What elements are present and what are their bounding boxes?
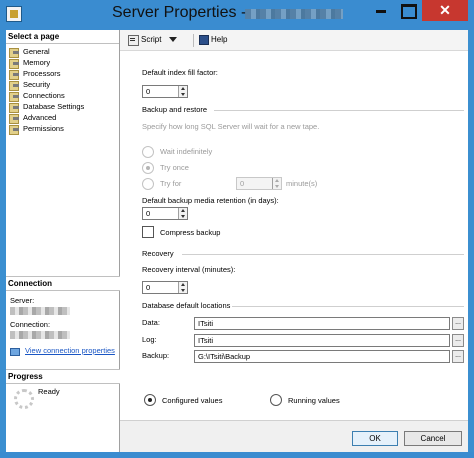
try-for-label: Try for: [160, 179, 182, 188]
recovery-title: Recovery: [142, 249, 174, 258]
select-page-header: Select a page: [6, 30, 119, 44]
page-wrench-icon: [9, 91, 20, 102]
window-frame-bottom: [0, 452, 474, 458]
configured-values-radio[interactable]: [144, 394, 156, 406]
help-button[interactable]: Help: [199, 35, 227, 45]
data-label: Data:: [142, 318, 160, 327]
stepper-arrows-icon[interactable]: [178, 208, 187, 219]
stepper-arrows-icon[interactable]: [178, 282, 187, 293]
page-item-processors[interactable]: Processors: [6, 68, 119, 80]
maximize-button[interactable]: [394, 0, 420, 21]
wait-indefinitely-radio[interactable]: [142, 146, 154, 158]
compress-backup-checkbox[interactable]: [142, 226, 154, 238]
app-icon: [6, 6, 22, 22]
connection-value-redacted: [10, 331, 70, 339]
page-item-memory[interactable]: Memory: [6, 57, 119, 69]
backup-browse-button[interactable]: ...: [452, 350, 464, 363]
group-divider: [182, 254, 464, 255]
backup-location-input[interactable]: G:\ITsiti\Backup: [194, 350, 450, 363]
page-wrench-icon: [9, 69, 20, 80]
view-connection-properties-link[interactable]: View connection properties: [6, 346, 120, 356]
progress-status: Ready: [38, 387, 60, 396]
server-label: Server:: [10, 296, 35, 305]
server-value-redacted: [10, 307, 70, 315]
data-browse-button[interactable]: ...: [452, 317, 464, 330]
retention-stepper[interactable]: 0: [142, 207, 188, 220]
page-list: General Memory Processors Security Conne…: [6, 44, 119, 135]
page-wrench-icon: [9, 113, 20, 124]
try-once-radio[interactable]: [142, 162, 154, 174]
minimize-button[interactable]: [368, 0, 394, 21]
configured-values-label: Configured values: [162, 396, 223, 405]
page-item-security[interactable]: Security: [6, 79, 119, 91]
progress-header: Progress: [6, 369, 120, 384]
recovery-interval-stepper[interactable]: 0: [142, 281, 188, 294]
close-button[interactable]: ✕: [422, 0, 468, 21]
backup-description: Specify how long SQL Server will wait fo…: [142, 122, 320, 131]
backup-label: Backup:: [142, 351, 170, 360]
wait-indefinitely-label: Wait indefinitely: [160, 147, 213, 156]
server-name-redacted: [245, 9, 343, 19]
progress-section: Progress Ready: [6, 369, 120, 409]
group-divider: [232, 306, 464, 307]
cancel-button[interactable]: Cancel: [404, 431, 462, 446]
ok-button[interactable]: OK: [352, 431, 398, 446]
log-label: Log:: [142, 335, 157, 344]
title-bar: Server Properties - ✕: [0, 0, 474, 30]
page-item-advanced[interactable]: Advanced: [6, 112, 119, 124]
window-title: Server Properties -: [112, 4, 247, 21]
page-wrench-icon: [9, 47, 20, 58]
toolbar-separator: [193, 34, 194, 47]
connection-header: Connection: [6, 276, 120, 291]
page-item-permissions[interactable]: Permissions: [6, 123, 119, 135]
backup-restore-title: Backup and restore: [142, 105, 208, 114]
log-browse-button[interactable]: ...: [452, 334, 464, 347]
recovery-interval-label: Recovery interval (minutes):: [142, 265, 236, 274]
stepper-arrows-icon[interactable]: [272, 178, 281, 189]
connection-label: Connection:: [10, 320, 51, 329]
dialog-footer: OK Cancel: [120, 420, 468, 452]
fill-factor-stepper[interactable]: 0: [142, 85, 188, 98]
compress-backup-label: Compress backup: [160, 228, 221, 237]
running-values-label: Running values: [288, 396, 340, 405]
fill-factor-label: Default index fill factor:: [142, 68, 218, 77]
properties-panel: Script Help Default index fill factor: 0…: [120, 30, 468, 420]
group-divider: [214, 110, 464, 111]
dialog-client: Select a page General Memory Processors …: [6, 30, 468, 452]
db-locations-title: Database default locations: [142, 301, 231, 310]
script-button[interactable]: Script: [128, 35, 178, 46]
page-item-connections[interactable]: Connections: [6, 90, 119, 102]
stepper-arrows-icon[interactable]: [178, 86, 187, 97]
properties-icon: [10, 347, 20, 356]
minutes-unit-label: minute(s): [286, 179, 318, 188]
try-for-stepper[interactable]: 0: [236, 177, 282, 190]
log-location-input[interactable]: ITsiti: [194, 334, 450, 347]
try-for-radio[interactable]: [142, 178, 154, 190]
page-wrench-icon: [9, 80, 20, 91]
left-panel: Select a page General Memory Processors …: [6, 30, 120, 452]
page-wrench-icon: [9, 124, 20, 135]
try-once-label: Try once: [160, 163, 189, 172]
running-values-radio[interactable]: [270, 394, 282, 406]
retention-label: Default backup media retention (in days)…: [142, 196, 279, 205]
script-icon: [128, 35, 139, 46]
page-wrench-icon: [9, 58, 20, 69]
toolbar: Script Help: [120, 30, 468, 51]
page-item-database-settings[interactable]: Database Settings: [6, 101, 119, 113]
progress-spinner-icon: [14, 389, 34, 409]
close-icon: ✕: [439, 2, 451, 18]
chevron-down-icon[interactable]: [169, 37, 178, 42]
connection-section: Connection Server: Connection: View conn…: [6, 276, 120, 356]
page-wrench-icon: [9, 102, 20, 113]
page-item-general[interactable]: General: [6, 46, 119, 58]
help-icon: [199, 35, 209, 45]
data-location-input[interactable]: ITsiti: [194, 317, 450, 330]
